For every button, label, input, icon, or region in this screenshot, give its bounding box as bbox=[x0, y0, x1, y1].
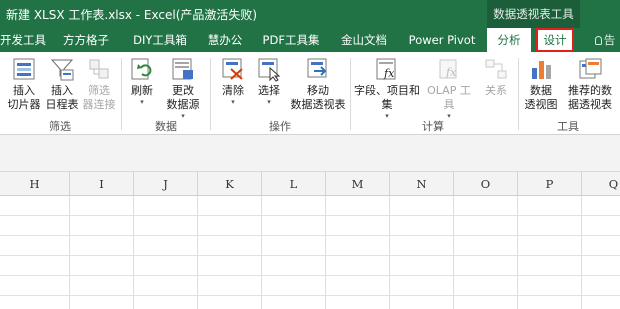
tab-fangfang-gezi[interactable]: 方方格子 bbox=[58, 28, 114, 52]
group-separator bbox=[518, 58, 519, 130]
tab-analyze[interactable]: 分析 bbox=[487, 28, 531, 52]
tab-diy-toolbox[interactable]: DIY工具箱 bbox=[127, 28, 193, 52]
timeline-icon bbox=[50, 59, 74, 81]
svg-text:fx: fx bbox=[445, 66, 457, 79]
group-separator bbox=[210, 58, 211, 130]
grid-line bbox=[389, 196, 390, 309]
column-header-k[interactable]: K bbox=[198, 172, 262, 196]
lightbulb-icon bbox=[594, 36, 602, 45]
olap-tools-icon: fx bbox=[439, 59, 457, 79]
insert-timeline-label: 插入 日程表 bbox=[45, 84, 79, 111]
column-header-row: H I J K L M N O P Q bbox=[0, 172, 620, 196]
window-title: 新建 XLSX 工作表.xlsx - Excel(产品激活失败) bbox=[6, 8, 258, 22]
filter-connections-icon bbox=[89, 59, 109, 79]
grid-line bbox=[0, 235, 620, 236]
slicer-icon bbox=[13, 58, 35, 80]
group-label-data: 数据 bbox=[155, 120, 177, 133]
move-pivottable-label: 移动 数据透视表 bbox=[290, 84, 346, 111]
clear-dropdown-caret: ▾ bbox=[231, 98, 235, 106]
refresh-dropdown-caret: ▾ bbox=[140, 98, 144, 106]
group-label-tools: 工具 bbox=[557, 120, 579, 133]
tab-pdf-tools[interactable]: PDF工具集 bbox=[258, 28, 324, 52]
column-header-o[interactable]: O bbox=[454, 172, 518, 196]
tab-huibangong[interactable]: 慧办公 bbox=[203, 28, 247, 52]
group-separator bbox=[350, 58, 351, 130]
column-header-h[interactable]: H bbox=[0, 172, 70, 196]
olap-tools-button[interactable]: fx OLAP 工具 ▾ bbox=[422, 56, 476, 120]
relationships-icon bbox=[485, 59, 507, 79]
worksheet-grid[interactable] bbox=[0, 196, 620, 309]
select-label: 选择 bbox=[258, 84, 280, 97]
grid-line bbox=[0, 255, 620, 256]
change-data-source-label: 更改 数据源 bbox=[166, 84, 200, 111]
ribbon-tab-bar: 开发工具 方方格子 DIY工具箱 慧办公 PDF工具集 金山文档 Power P… bbox=[0, 28, 620, 52]
refresh-icon bbox=[131, 58, 152, 80]
group-label-calculations: 计算 bbox=[422, 120, 444, 133]
group-separator bbox=[121, 58, 122, 130]
ribbon-analyze: 插入 切片器 插入 日程表 筛选 器连接 筛选 刷新 ▾ 更改 数据源 ▾ 数据… bbox=[0, 52, 620, 135]
relationships-button[interactable]: 关系 bbox=[478, 56, 514, 98]
filter-connections-button[interactable]: 筛选 器连接 bbox=[80, 56, 118, 112]
grid-line bbox=[517, 196, 518, 309]
fields-items-sets-button[interactable]: fx 字段、项目和 集 ▾ bbox=[352, 56, 422, 120]
tell-me-search[interactable]: 告 bbox=[590, 28, 620, 52]
column-header-p[interactable]: P bbox=[518, 172, 582, 196]
select-dropdown-caret: ▾ bbox=[267, 98, 271, 106]
column-header-m[interactable]: M bbox=[326, 172, 390, 196]
svg-text:fx: fx bbox=[383, 67, 395, 80]
tab-design[interactable]: 设计 bbox=[536, 28, 574, 52]
pivotchart-button[interactable]: 数据 透视图 bbox=[520, 56, 562, 112]
function-fx-icon: fx bbox=[376, 58, 396, 80]
clear-icon bbox=[222, 58, 243, 80]
recommended-pivottables-label: 推荐的数 据透视表 bbox=[568, 84, 612, 111]
grid-line bbox=[581, 196, 582, 309]
grid-line bbox=[261, 196, 262, 309]
column-header-j[interactable]: J bbox=[134, 172, 198, 196]
tab-kingsoft-docs[interactable]: 金山文档 bbox=[334, 28, 394, 52]
pivot-tools-context-label: 数据透视表工具 bbox=[487, 0, 580, 28]
clear-button[interactable]: 清除 ▾ bbox=[214, 56, 252, 106]
fields-items-sets-label: 字段、项目和 集 bbox=[354, 84, 420, 111]
move-pivottable-icon bbox=[307, 58, 327, 78]
grid-line bbox=[325, 196, 326, 309]
refresh-label: 刷新 bbox=[131, 84, 153, 97]
insert-timeline-button[interactable]: 插入 日程表 bbox=[44, 56, 80, 112]
refresh-button[interactable]: 刷新 ▾ bbox=[126, 56, 158, 106]
select-icon bbox=[258, 58, 281, 82]
title-bar: 新建 XLSX 工作表.xlsx - Excel(产品激活失败) 数据透视表工具 bbox=[0, 0, 620, 28]
insert-slicer-button[interactable]: 插入 切片器 bbox=[4, 56, 44, 112]
insert-slicer-label: 插入 切片器 bbox=[7, 84, 41, 111]
recommended-pivottables-icon bbox=[579, 58, 602, 79]
column-header-n[interactable]: N bbox=[390, 172, 454, 196]
grid-line bbox=[133, 196, 134, 309]
relationships-label: 关系 bbox=[485, 84, 507, 97]
column-header-q[interactable]: Q bbox=[582, 172, 620, 196]
filter-connections-label: 筛选 器连接 bbox=[82, 84, 116, 111]
grid-line bbox=[0, 295, 620, 296]
group-label-actions: 操作 bbox=[269, 120, 291, 133]
column-header-i[interactable]: I bbox=[70, 172, 134, 196]
grid-line bbox=[197, 196, 198, 309]
move-pivottable-button[interactable]: 移动 数据透视表 bbox=[288, 56, 348, 112]
clear-label: 清除 bbox=[222, 84, 244, 97]
change-source-icon bbox=[172, 58, 193, 80]
column-header-l[interactable]: L bbox=[262, 172, 326, 196]
grid-line bbox=[453, 196, 454, 309]
pivotchart-label: 数据 透视图 bbox=[524, 84, 558, 111]
grid-line bbox=[0, 275, 620, 276]
tell-me-label: 告 bbox=[603, 33, 616, 47]
olap-tools-label: OLAP 工具 bbox=[427, 84, 471, 111]
pivotchart-icon bbox=[532, 61, 551, 79]
group-label-filter: 筛选 bbox=[49, 120, 71, 133]
formula-bar-area bbox=[0, 135, 620, 172]
change-data-source-button[interactable]: 更改 数据源 ▾ bbox=[160, 56, 206, 120]
grid-line bbox=[69, 196, 70, 309]
select-button[interactable]: 选择 ▾ bbox=[252, 56, 286, 106]
tab-developer[interactable]: 开发工具 bbox=[0, 28, 46, 52]
recommended-pivottables-button[interactable]: 推荐的数 据透视表 bbox=[562, 56, 618, 112]
tab-power-pivot[interactable]: Power Pivot bbox=[404, 28, 480, 52]
grid-line bbox=[0, 215, 620, 216]
